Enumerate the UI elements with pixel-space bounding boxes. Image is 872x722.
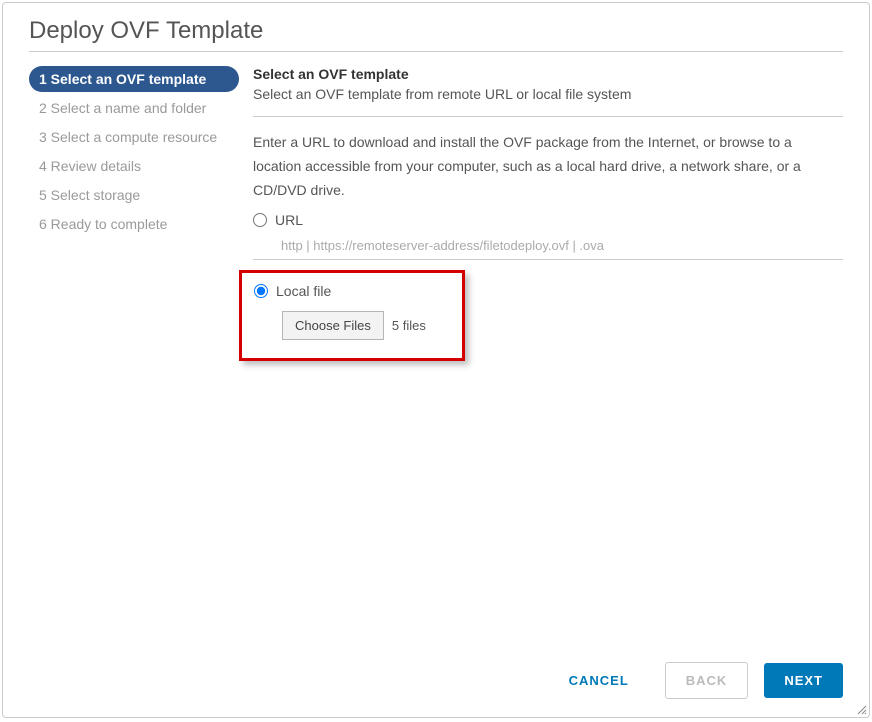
choose-files-row: Choose Files 5 files: [282, 311, 426, 340]
choose-files-button[interactable]: Choose Files: [282, 311, 384, 340]
step-4-review-details[interactable]: 4 Review details: [29, 153, 239, 179]
local-file-radio-label: Local file: [276, 283, 331, 299]
step-1-select-ovf-template[interactable]: 1 Select an OVF template: [29, 66, 239, 92]
step-5-select-storage[interactable]: 5 Select storage: [29, 182, 239, 208]
deploy-ovf-dialog: Deploy OVF Template 1 Select an OVF temp…: [2, 2, 870, 718]
url-option[interactable]: URL: [253, 212, 843, 228]
title-divider: [29, 51, 843, 52]
wizard-sidebar: 1 Select an OVF template 2 Select a name…: [29, 62, 239, 644]
url-radio-label: URL: [275, 212, 303, 228]
resize-handle-icon[interactable]: [857, 705, 867, 715]
step-6-ready-to-complete[interactable]: 6 Ready to complete: [29, 211, 239, 237]
section-heading: Select an OVF template: [253, 66, 843, 82]
section-divider: [253, 116, 843, 117]
instruction-text: Enter a URL to download and install the …: [253, 131, 843, 202]
back-button[interactable]: BACK: [665, 662, 749, 699]
dialog-body: 1 Select an OVF template 2 Select a name…: [3, 62, 869, 644]
local-file-highlight: Local file Choose Files 5 files: [239, 270, 465, 361]
local-file-radio[interactable]: [254, 284, 268, 298]
next-button[interactable]: NEXT: [764, 663, 843, 698]
step-3-select-compute-resource[interactable]: 3 Select a compute resource: [29, 124, 239, 150]
local-file-option[interactable]: Local file: [254, 283, 426, 299]
wizard-main: Select an OVF template Select an OVF tem…: [239, 62, 843, 644]
cancel-button[interactable]: CANCEL: [549, 663, 649, 698]
url-input[interactable]: http | https://remoteserver-address/file…: [253, 228, 843, 260]
section-subheading: Select an OVF template from remote URL o…: [253, 86, 843, 102]
file-count-text: 5 files: [392, 318, 426, 333]
step-2-select-name-folder[interactable]: 2 Select a name and folder: [29, 95, 239, 121]
dialog-footer: CANCEL BACK NEXT: [3, 644, 869, 717]
url-radio[interactable]: [253, 213, 267, 227]
dialog-title: Deploy OVF Template: [3, 3, 869, 51]
